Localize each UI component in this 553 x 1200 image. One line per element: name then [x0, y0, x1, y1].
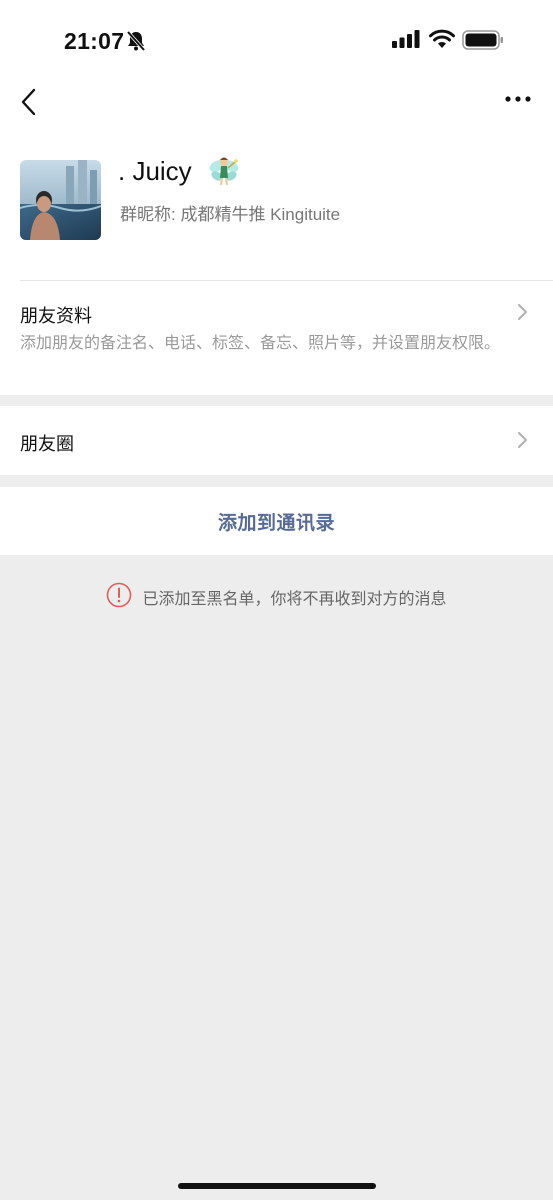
profile-name: . Juicy	[118, 156, 192, 186]
exclamation-circle-icon	[106, 582, 132, 613]
chevron-right-icon	[516, 430, 530, 455]
fairy-emoji-icon	[207, 154, 241, 193]
status-time: 21:07	[64, 28, 125, 54]
add-to-contacts-label: 添加到通讯录	[217, 512, 335, 534]
friend-info-title: 朋友资料	[20, 306, 92, 326]
back-button[interactable]	[16, 84, 46, 120]
battery-icon	[462, 30, 504, 55]
avatar[interactable]	[20, 160, 101, 240]
moments-cell[interactable]: 朋友圈	[0, 406, 553, 475]
silent-bell-icon	[126, 30, 146, 57]
blacklist-notice: 已添加至黑名单，你将不再收到对方的消息	[0, 580, 553, 614]
add-to-contacts-button[interactable]: 添加到通讯录	[0, 487, 553, 555]
moments-title: 朋友圈	[20, 434, 74, 454]
wifi-icon	[429, 29, 455, 54]
navigation-bar	[0, 80, 553, 130]
group-nickname: 群昵称: 成都精牛推 Kingituite	[120, 205, 341, 224]
friend-info-cell[interactable]: 朋友资料 添加朋友的备注名、电话、标签、备忘、照片等，并设置朋友权限。	[0, 280, 553, 395]
home-indicator[interactable]	[178, 1183, 376, 1189]
more-options-button[interactable]	[500, 86, 536, 112]
chevron-right-icon	[516, 302, 530, 327]
blacklist-notice-text: 已添加至黑名单，你将不再收到对方的消息	[142, 591, 447, 608]
friend-info-description: 添加朋友的备注名、电话、标签、备忘、照片等，并设置朋友权限。	[20, 335, 501, 352]
profile-header: . Juicy 群昵称: 成都精牛推 Kingituite	[0, 130, 553, 280]
status-bar: 21:07	[0, 0, 553, 80]
divider	[20, 280, 553, 281]
cellular-signal-icon	[392, 30, 420, 53]
